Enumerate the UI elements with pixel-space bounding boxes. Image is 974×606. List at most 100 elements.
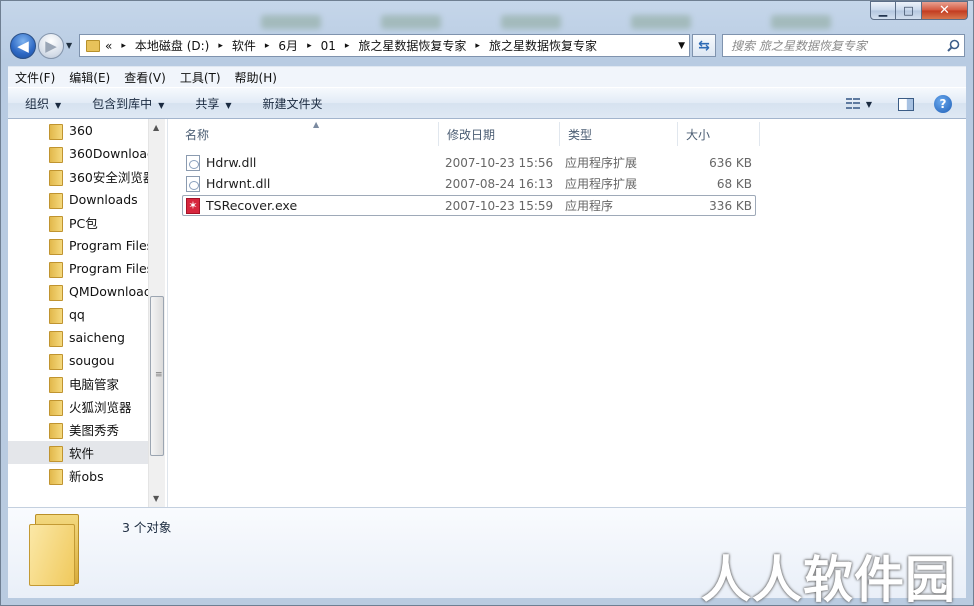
view-options-dropdown[interactable]: ▼ (866, 100, 872, 109)
scroll-up-arrow[interactable]: ▲ (153, 123, 159, 132)
search-placeholder[interactable]: 搜索 旅之星数据恢复专家 (731, 37, 942, 54)
nav-folder-label: 软件 (69, 446, 95, 461)
file-type: 应用程序扩展 (565, 177, 638, 191)
scroll-thumb[interactable]: ≡ (150, 296, 164, 456)
search-icon[interactable] (942, 39, 964, 52)
column-header-type[interactable]: 类型 (560, 122, 678, 146)
column-type-label: 类型 (568, 127, 593, 142)
nav-folder-item[interactable]: 360Download (8, 142, 150, 165)
nav-folder-item[interactable]: PC包 (8, 211, 150, 234)
close-button[interactable]: ✕ (922, 1, 968, 20)
address-dropdown-button[interactable]: ▼ (678, 41, 685, 51)
column-header-name[interactable]: ▲ 名称 (177, 120, 439, 146)
column-name-label: 名称 (185, 127, 210, 142)
nav-scrollbar[interactable]: ▲ ≡ ▼ (148, 119, 165, 507)
breadcrumb-separator[interactable]: ▸ (345, 41, 350, 51)
include-in-library-button[interactable]: 包含到库中 ▼ (92, 95, 164, 112)
new-folder-button[interactable]: 新建文件夹 (263, 95, 323, 112)
nav-folder-item[interactable]: Program Files (8, 257, 150, 280)
back-button[interactable]: ◀ (10, 33, 36, 59)
organize-label: 组织 (25, 96, 50, 111)
menu-edit[interactable]: 编辑(E) (62, 69, 117, 86)
menu-tools[interactable]: 工具(T) (173, 69, 228, 86)
nav-folder-label: Downloads (69, 192, 138, 207)
nav-folder-label: Program Files (69, 261, 150, 276)
column-size-label: 大小 (686, 127, 711, 142)
nav-folder-label: 火狐浏览器 (69, 400, 132, 415)
breadcrumb-separator[interactable]: ▸ (475, 41, 480, 51)
file-size: 68 KB (716, 176, 752, 191)
breadcrumb-june[interactable]: 6月 (278, 37, 298, 54)
folder-icon (49, 169, 63, 186)
nav-folder-item[interactable]: 电脑管家 (8, 372, 150, 395)
breadcrumb-separator[interactable]: ▸ (121, 41, 126, 51)
nav-folder-item[interactable]: qq (8, 303, 150, 326)
folder-icon (49, 146, 63, 163)
caption-buttons: ▁ □ ✕ (870, 1, 968, 20)
folder-icon (49, 261, 63, 278)
file-row[interactable]: Hdrwnt.dll 2007-08-24 16:13 应用程序扩展 68 KB (182, 173, 756, 194)
column-header-date[interactable]: 修改日期 (439, 122, 560, 146)
folder-icon (49, 376, 63, 393)
breadcrumb-parent-folder[interactable]: 旅之星数据恢复专家 (358, 37, 466, 54)
nav-folder-label: 360 (69, 123, 93, 138)
nav-folder-item[interactable]: Downloads (8, 188, 150, 211)
navigation-pane: 360 360Download 360安全浏览器 Downloads PC包 P… (8, 119, 168, 507)
minimize-button[interactable]: ▁ (870, 1, 896, 20)
file-type: 应用程序 (565, 199, 614, 213)
column-date-label: 修改日期 (447, 127, 496, 142)
folder-icon (49, 422, 63, 439)
nav-folder-item[interactable]: 360 (8, 119, 150, 142)
help-icon[interactable]: ? (934, 95, 952, 113)
chevron-down-icon: ▼ (55, 100, 62, 110)
nav-folder-label: 新obs (69, 469, 104, 484)
breadcrumb-current-folder[interactable]: 旅之星数据恢复专家 (489, 37, 597, 54)
folder-icon (49, 284, 63, 301)
file-row[interactable]: Hdrw.dll 2007-10-23 15:56 应用程序扩展 636 KB (182, 152, 756, 173)
breadcrumb-overflow[interactable]: « (105, 39, 112, 53)
file-name-cell[interactable]: ✶ TSRecover.exe (186, 195, 297, 216)
refresh-button[interactable]: ⇆ (692, 34, 716, 57)
breadcrumb-separator[interactable]: ▸ (265, 41, 270, 51)
file-date: 2007-10-23 15:56 (445, 155, 554, 170)
maximize-button[interactable]: □ (896, 1, 922, 20)
nav-folder-item-selected[interactable]: 软件 (8, 441, 150, 464)
folder-icon (49, 468, 63, 485)
nav-folder-item[interactable]: 新obs (8, 464, 150, 487)
breadcrumb-software[interactable]: 软件 (232, 37, 256, 54)
nav-folder-item[interactable]: sougou (8, 349, 150, 372)
search-box[interactable]: 搜索 旅之星数据恢复专家 (722, 34, 965, 57)
forward-arrow-icon: ▶ (45, 37, 57, 55)
nav-folder-item[interactable]: 360安全浏览器 (8, 165, 150, 188)
menu-file[interactable]: 文件(F) (8, 69, 62, 86)
forward-button[interactable]: ▶ (38, 33, 64, 59)
folder-icon (86, 39, 100, 52)
dll-file-icon (186, 175, 200, 192)
nav-folder-item[interactable]: 美图秀秀 (8, 418, 150, 441)
share-label: 共享 (195, 96, 220, 111)
breadcrumb-separator[interactable]: ▸ (218, 41, 223, 51)
folder-icon (49, 215, 63, 232)
nav-folder-item[interactable]: Program Files (8, 234, 150, 257)
item-count: 3 个对象 (122, 520, 172, 535)
organize-button[interactable]: 组织 ▼ (25, 95, 61, 112)
menu-help[interactable]: 帮助(H) (228, 69, 284, 86)
scroll-down-arrow[interactable]: ▼ (153, 494, 159, 503)
share-button[interactable]: 共享 ▼ (195, 95, 231, 112)
preview-pane-icon[interactable] (898, 97, 914, 111)
site-watermark: 人人软件园 (701, 551, 956, 606)
view-options-icon[interactable] (845, 98, 860, 110)
file-row-focused[interactable]: ✶ TSRecover.exe 2007-10-23 15:59 应用程序 336… (182, 195, 756, 216)
breadcrumb-separator[interactable]: ▸ (307, 41, 312, 51)
nav-folder-item[interactable]: 火狐浏览器 (8, 395, 150, 418)
column-header-size[interactable]: 大小 (678, 122, 760, 146)
file-name-cell[interactable]: Hdrwnt.dll (186, 173, 270, 194)
breadcrumb-01[interactable]: 01 (321, 39, 336, 53)
recent-pages-dropdown[interactable]: ▼ (66, 41, 72, 50)
file-name-cell[interactable]: Hdrw.dll (186, 152, 256, 173)
nav-folder-item[interactable]: saicheng (8, 326, 150, 349)
breadcrumb-drive[interactable]: 本地磁盘 (D:) (135, 37, 209, 54)
address-bar[interactable]: « ▸ 本地磁盘 (D:) ▸ 软件 ▸ 6月 ▸ 01 ▸ 旅之星数据恢复专家… (79, 34, 690, 57)
menu-view[interactable]: 查看(V) (117, 69, 173, 86)
nav-folder-item[interactable]: QMDownload (8, 280, 150, 303)
